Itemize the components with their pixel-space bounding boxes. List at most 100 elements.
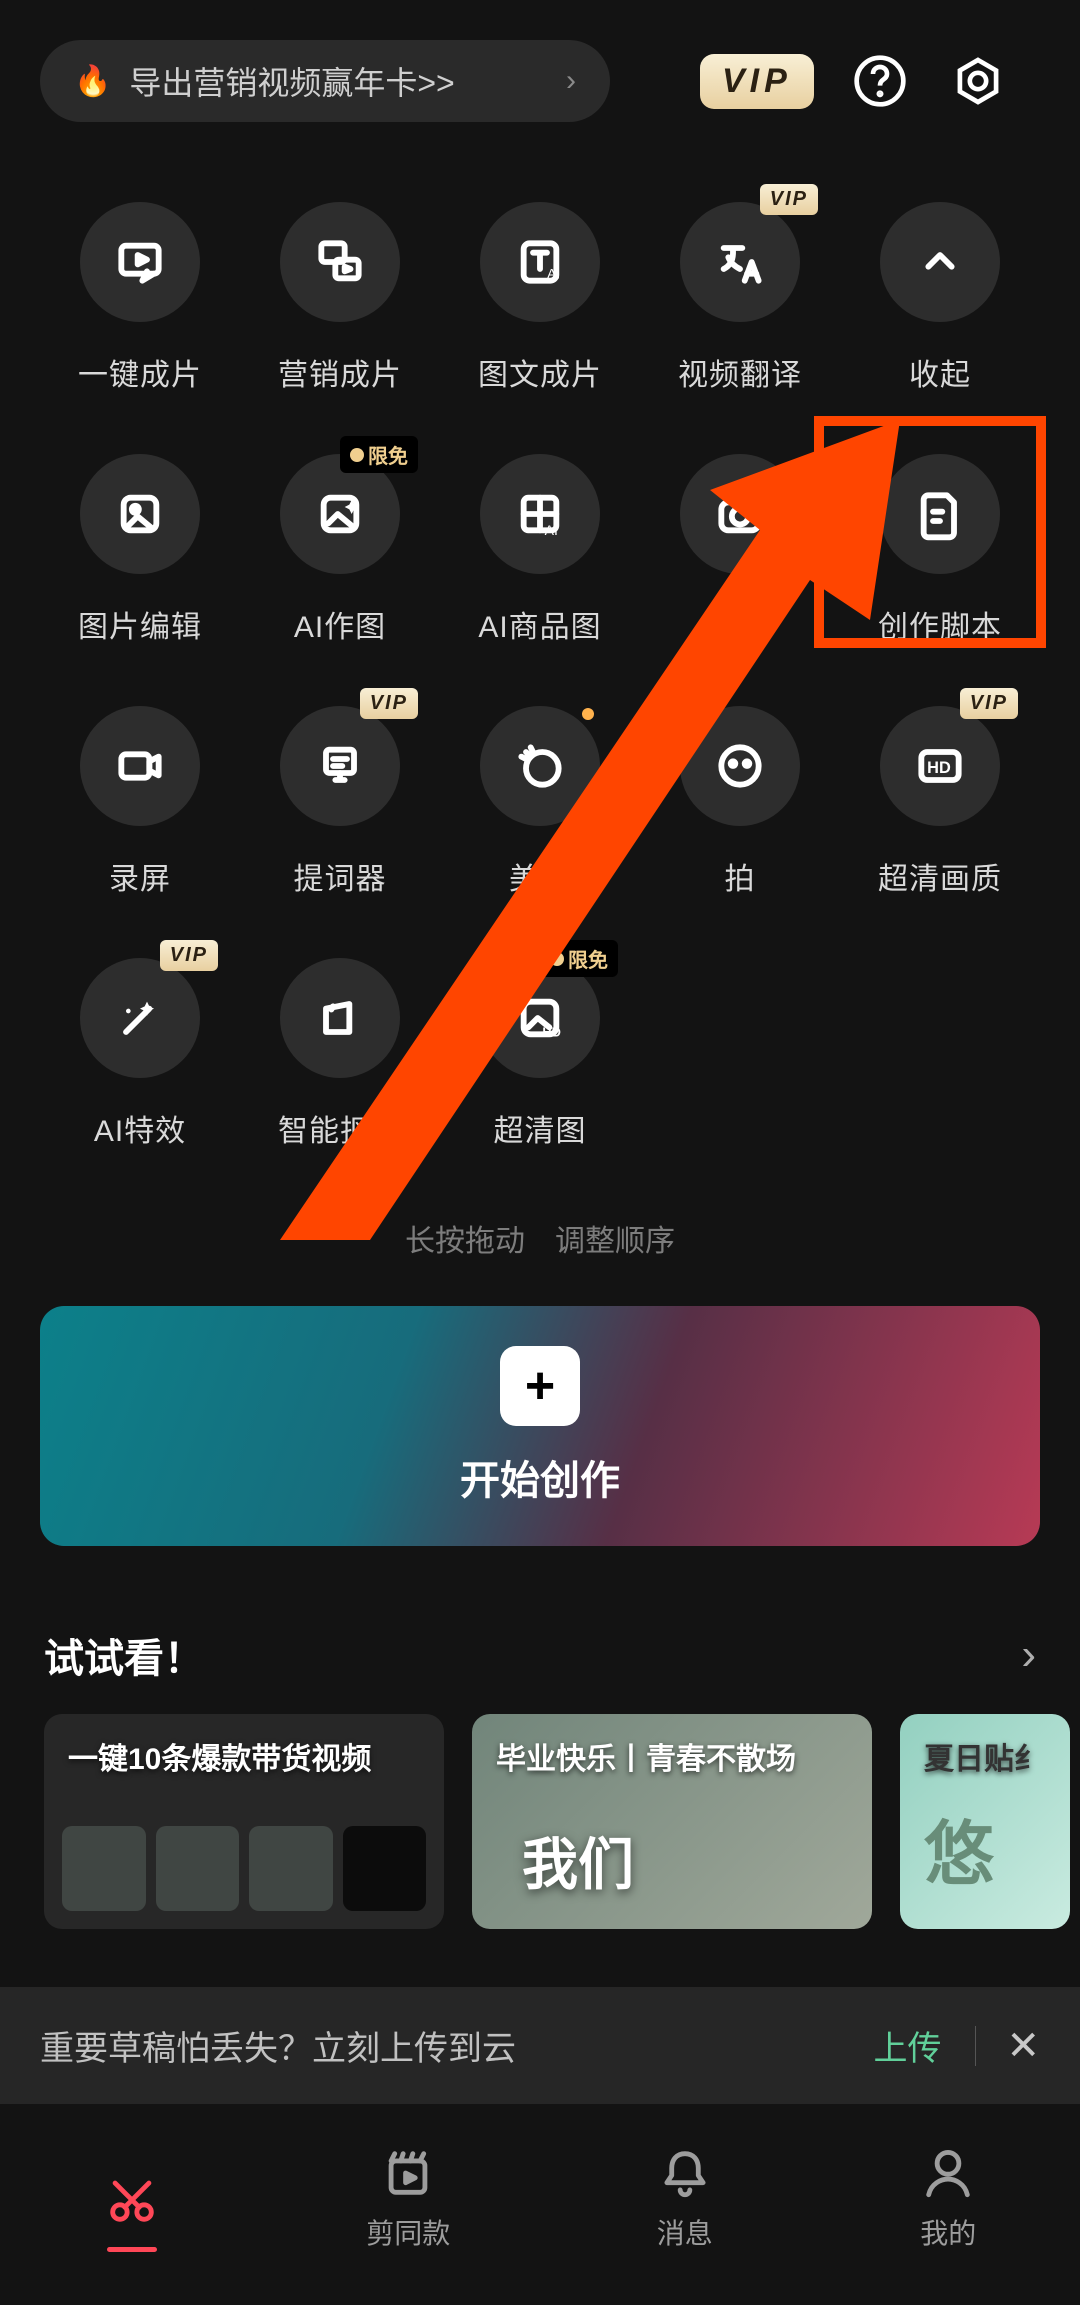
tool-teleprompter[interactable]: VIP 提词器 [240, 706, 440, 898]
chevron-right-icon: › [566, 64, 576, 98]
tool-one-click-video[interactable]: 一键成片 [40, 202, 240, 394]
card-title: 一键10条爆款带货视频 [68, 1734, 371, 1778]
tool-marketing-video[interactable]: 营销成片 [240, 202, 440, 394]
chevron-right-icon: › [1021, 1630, 1036, 1680]
tool-label: 营销成片 [278, 350, 402, 394]
tool-label: 收起 [909, 350, 971, 394]
vip-pill[interactable]: VIP [700, 54, 814, 109]
tool-label: 提词器 [294, 854, 387, 898]
tool-image-edit[interactable]: 图片编辑 [40, 454, 240, 646]
video-multi-icon [312, 234, 368, 290]
vip-badge: VIP [960, 688, 1018, 719]
tool-label: AI作图 [294, 602, 386, 646]
try-card-3[interactable]: 夏日贴纟 悠 [900, 1714, 1070, 1929]
teleprompter-icon [312, 738, 368, 794]
svg-text:AI: AI [545, 522, 558, 538]
beauty-icon [512, 738, 568, 794]
tool-label: 拍摄 [709, 602, 771, 646]
tool-portrait[interactable]: 拍 [640, 706, 840, 898]
tool-label: 拍 [725, 854, 756, 898]
tool-collapse[interactable]: 收起 [840, 202, 1040, 394]
reorder-hint: 长按拖动 调整顺序 [0, 1216, 1080, 1260]
upload-banner: 重要草稿怕丢失？立刻上传到云 上传 ✕ [0, 1987, 1080, 2104]
card-big-text: 我们 [522, 1820, 634, 1901]
tool-ai-effects[interactable]: VIP AI特效 [40, 958, 240, 1150]
free-badge: 限免 [540, 940, 618, 977]
face-icon [712, 738, 768, 794]
tools-grid: 一键成片 营销成片 AI 图文成片 VIP 视频翻译 收起 图片编辑 限免 AI… [0, 152, 1080, 1180]
vip-badge: VIP [160, 940, 218, 971]
card-big-text: 悠 [924, 1798, 994, 1899]
close-icon[interactable]: ✕ [1006, 2023, 1040, 2069]
templates-icon [379, 2144, 437, 2202]
try-card-1[interactable]: 一键10条爆款带货视频 [44, 1714, 444, 1929]
tool-text-to-video[interactable]: AI 图文成片 [440, 202, 640, 394]
try-card-2[interactable]: 毕业快乐丨青春不散场 我们 [472, 1714, 872, 1929]
try-cards: 一键10条爆款带货视频 毕业快乐丨青春不散场 我们 夏日贴纟 悠 [0, 1714, 1080, 1929]
tool-label: 超清画质 [878, 854, 1002, 898]
svg-text:HD: HD [927, 759, 951, 777]
tool-screen-record[interactable]: 录屏 [40, 706, 240, 898]
nav-label: 剪同款 [366, 2212, 450, 2252]
tool-hd-image[interactable]: HD 限免 超清图 [440, 958, 640, 1150]
plus-icon: + [500, 1346, 580, 1426]
doc-icon [912, 486, 968, 542]
svg-text:HD: HD [542, 1025, 561, 1040]
image-sparkle-icon [312, 486, 368, 542]
tool-label: AI特效 [94, 1106, 186, 1150]
tool-label: 录屏 [109, 854, 171, 898]
tool-ai-image[interactable]: 限免 AI作图 [240, 454, 440, 646]
tool-video-translate[interactable]: VIP 视频翻译 [640, 202, 840, 394]
vip-badge: VIP [760, 184, 818, 215]
fire-icon: 🔥 [74, 64, 111, 99]
settings-icon[interactable] [946, 49, 1010, 113]
promo-banner[interactable]: 🔥 导出营销视频赢年卡>> › [40, 40, 610, 122]
scissors-icon [103, 2171, 161, 2229]
try-section-header[interactable]: 试试看！ › [0, 1546, 1080, 1714]
tool-cutout[interactable]: 智能抠图 [240, 958, 440, 1150]
bottom-nav: 剪同款 消息 我的 [0, 2104, 1080, 2302]
upload-text: 重要草稿怕丢失？立刻上传到云 [40, 2021, 516, 2070]
start-create-banner[interactable]: + 开始创作 [40, 1306, 1040, 1546]
nav-edit[interactable] [103, 2171, 161, 2252]
nav-label: 消息 [657, 2212, 713, 2252]
tool-label: 图文成片 [478, 350, 602, 394]
tool-label: 超清图 [494, 1106, 587, 1150]
nav-label: 我的 [920, 2212, 976, 2252]
promo-text: 导出营销视频赢年卡>> [129, 58, 566, 104]
cutout-icon [312, 990, 368, 1046]
translate-icon [712, 234, 768, 290]
tool-label: 视频翻译 [678, 350, 802, 394]
camera-icon [712, 486, 768, 542]
tool-beauty[interactable]: 美颜 [440, 706, 640, 898]
tool-label: 图片编辑 [78, 602, 202, 646]
video-flash-icon [112, 234, 168, 290]
vip-badge: VIP [360, 688, 418, 719]
nav-profile[interactable]: 我的 [919, 2144, 977, 2252]
card-title: 夏日贴纟 [924, 1734, 1044, 1778]
tool-ai-product[interactable]: AI AI商品图 [440, 454, 640, 646]
free-badge: 限免 [340, 436, 418, 473]
tool-shoot[interactable]: 拍摄 [640, 454, 840, 646]
tool-hd-video[interactable]: HD VIP 超清画质 [840, 706, 1040, 898]
nav-messages[interactable]: 消息 [656, 2144, 714, 2252]
profile-icon [919, 2144, 977, 2202]
tool-label: AI商品图 [478, 602, 601, 646]
tool-label: 一键成片 [78, 350, 202, 394]
hd-icon: HD [912, 738, 968, 794]
wand-icon [112, 990, 168, 1046]
image-edit-icon [112, 486, 168, 542]
divider [975, 2026, 976, 2066]
svg-text:AI: AI [547, 265, 560, 281]
start-create-label: 开始创作 [460, 1448, 620, 1506]
nav-templates[interactable]: 剪同款 [366, 2144, 450, 2252]
image-hd-icon: HD [512, 990, 568, 1046]
help-icon[interactable] [848, 49, 912, 113]
tool-label: 美颜 [509, 854, 571, 898]
bell-icon [656, 2144, 714, 2202]
tool-label: 智能抠图 [278, 1106, 402, 1150]
tool-script[interactable]: 创作脚本 [840, 454, 1040, 646]
upload-link[interactable]: 上传 [873, 2021, 941, 2070]
chevron-up-icon [912, 234, 968, 290]
record-icon [112, 738, 168, 794]
